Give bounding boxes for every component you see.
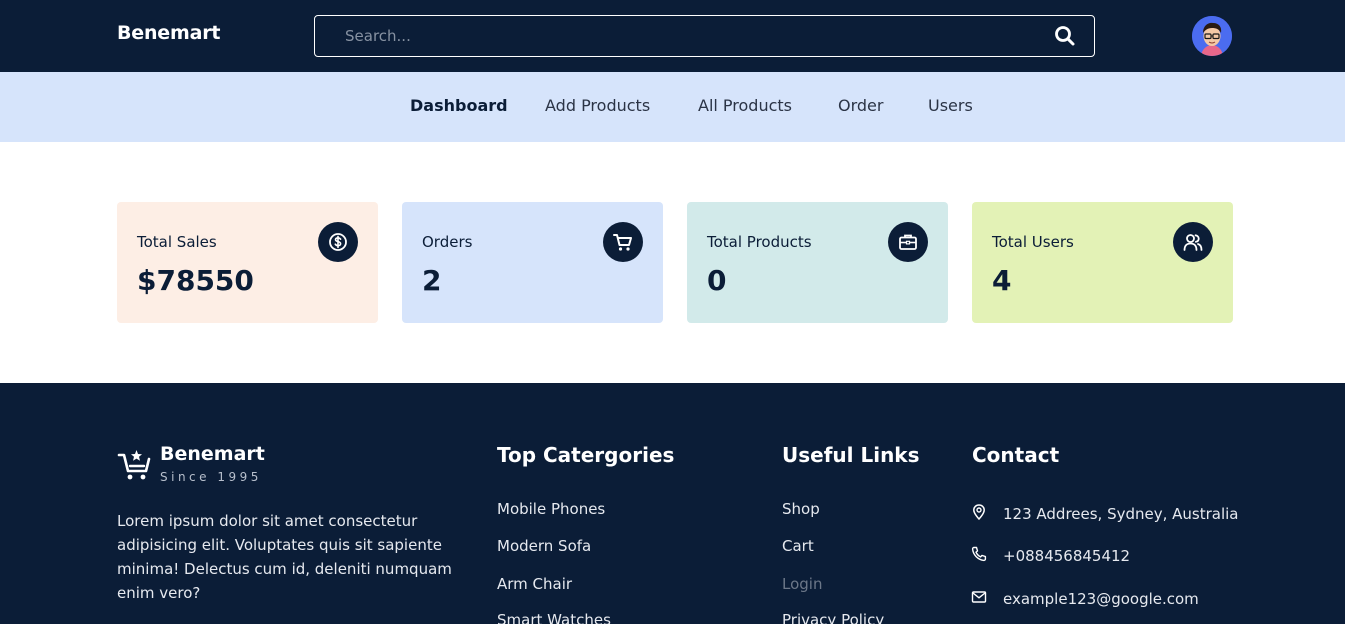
cart-logo-icon (117, 447, 153, 483)
footer-link-privacy-policy[interactable]: Privacy Policy (782, 611, 884, 624)
footer-contact-title: Contact (972, 443, 1060, 467)
nav-add-products[interactable]: Add Products (545, 96, 650, 115)
stat-card-orders: Orders 2 (402, 202, 663, 323)
footer-category-link[interactable]: Smart Watches (497, 611, 611, 624)
dollar-icon (318, 222, 358, 262)
user-avatar[interactable] (1192, 16, 1232, 56)
footer-email[interactable]: example123@google.com (1003, 590, 1199, 608)
nav-all-products[interactable]: All Products (698, 96, 792, 115)
nav-users[interactable]: Users (928, 96, 973, 115)
stat-label: Total Sales (137, 233, 217, 251)
location-pin-icon (971, 504, 987, 521)
search-icon[interactable] (1054, 25, 1076, 47)
stat-card-total-sales: Total Sales $78550 (117, 202, 378, 323)
footer-link-login[interactable]: Login (782, 575, 822, 593)
footer-phone[interactable]: +088456845412 (1003, 547, 1130, 565)
stat-label: Orders (422, 233, 473, 251)
footer-brand[interactable]: Benemart (160, 443, 265, 465)
footer-categories-title: Top Catergories (497, 443, 675, 467)
stat-value: 0 (707, 264, 727, 297)
footer-category-link[interactable]: Mobile Phones (497, 500, 605, 518)
nav-order[interactable]: Order (838, 96, 883, 115)
footer-link-shop[interactable]: Shop (782, 500, 820, 518)
footer-link-cart[interactable]: Cart (782, 537, 814, 555)
footer-links-title: Useful Links (782, 443, 920, 467)
stat-card-total-products: Total Products 0 (687, 202, 948, 323)
site-footer: Benemart Since 1995 Lorem ipsum dolor si… (0, 383, 1345, 624)
footer-description: Lorem ipsum dolor sit amet consectetur a… (117, 512, 452, 602)
stat-value: 4 (992, 264, 1012, 297)
mail-icon (971, 589, 987, 605)
brand-logo[interactable]: Benemart (117, 22, 220, 44)
stat-value: 2 (422, 264, 442, 297)
search-bar (314, 15, 1095, 57)
footer-category-link[interactable]: Arm Chair (497, 575, 572, 593)
footer-address: 123 Addrees, Sydney, Australia (1003, 505, 1239, 523)
footer-category-link[interactable]: Modern Sofa (497, 537, 591, 555)
stat-card-total-users: Total Users 4 (972, 202, 1233, 323)
search-input[interactable] (331, 16, 1051, 56)
phone-icon (971, 546, 987, 562)
cart-icon (603, 222, 643, 262)
briefcase-icon (888, 222, 928, 262)
stat-value: $78550 (137, 264, 254, 297)
stat-label: Total Products (707, 233, 812, 251)
stat-label: Total Users (992, 233, 1074, 251)
top-header: Benemart (0, 0, 1345, 72)
footer-since: Since 1995 (160, 470, 262, 484)
users-icon (1173, 222, 1213, 262)
main-nav: Dashboard Add Products All Products Orde… (0, 72, 1345, 142)
nav-dashboard[interactable]: Dashboard (410, 96, 508, 115)
